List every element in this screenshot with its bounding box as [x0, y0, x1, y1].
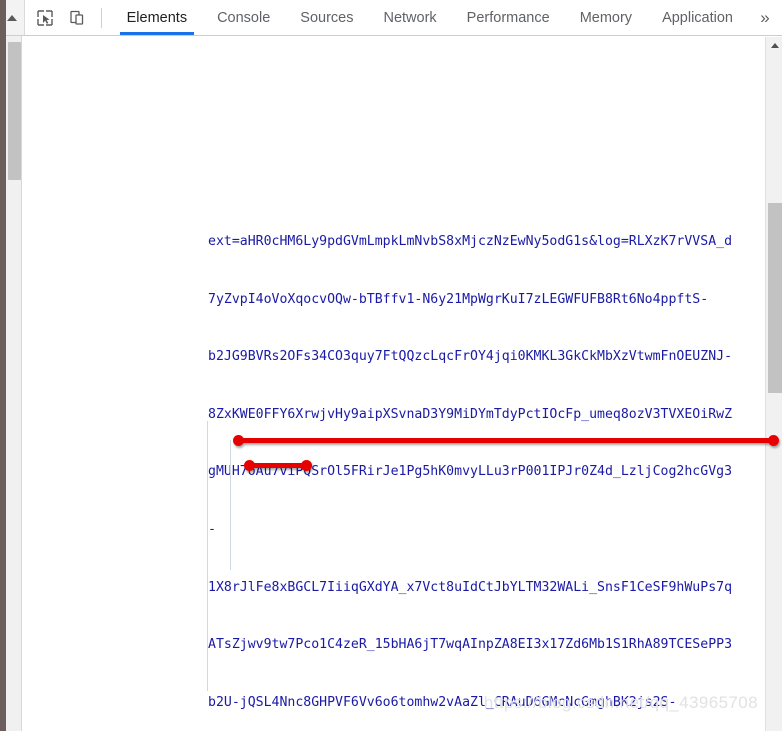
triangle-up-icon	[6, 14, 17, 21]
toolbar-divider	[100, 7, 102, 28]
tab-network-label: Network	[383, 9, 437, 26]
tab-network[interactable]: Network	[368, 0, 451, 35]
tab-elements-label: Elements	[126, 9, 188, 26]
dom-tree-scrollbar-thumb[interactable]	[768, 203, 782, 393]
tab-memory[interactable]: Memory	[565, 0, 647, 35]
attr-wrap-line: gMUH7oAu7viPQSrOl5FRirJe1Pg5hK0mvyLLu3rP…	[23, 462, 765, 481]
window-vertical-scrollbar[interactable]	[6, 36, 22, 731]
attr-wrap-line: 1X8rJlFe8xBGCL7IiiqGXdYA_x7Vct8uIdCtJbYL…	[23, 578, 765, 597]
attr-wrap-line: ATsZjwv9tw7Pco1C4zeR_15bHA6jT7wqAInpZA8E…	[23, 635, 765, 654]
dom-tree-content: ext=aHR0cHM6Ly9pdGVmLmpkLmNvbS8xMjczNzEw…	[23, 78, 765, 731]
attr-wrap-line: b2U-jQSL4Nnc8GHPVF6Vv6o6tomhw2vAaZl_CRAu…	[23, 693, 765, 712]
indent-guide	[230, 440, 231, 571]
more-tabs-label: »	[760, 7, 770, 27]
tab-application[interactable]: Application	[647, 0, 748, 35]
attr-value-text: 7yZvpI4oVoXqocvOQw-bTBffv1-N6y21MpWgrKuI…	[208, 291, 709, 307]
attr-value-text: ext=aHR0cHM6Ly9pdGVmLmpkLmNvbS8xMjczNzEw…	[208, 234, 733, 250]
tab-application-label: Application	[662, 9, 733, 26]
attr-wrap-line: b2JG9BVRs2OFs34CO3quy7FtQQzcLqcFrOY4jqi0…	[23, 347, 765, 366]
toolbar-icon-group	[23, 0, 112, 35]
window-left-edge	[0, 0, 6, 731]
attr-wrap-line: 8ZxKWE0FFY6XrwjvHy9aipXSvnaD3Y9MiDYmTdyP…	[23, 405, 765, 424]
red-annotation-line-short	[244, 460, 312, 471]
tab-performance-label: Performance	[466, 9, 550, 26]
scroll-up-button[interactable]	[766, 37, 782, 54]
tab-sources-label: Sources	[300, 9, 354, 26]
attr-wrap-line: ext=aHR0cHM6Ly9pdGVmLmpkLmNvbS8xMjczNzEw…	[23, 232, 765, 251]
tab-console[interactable]: Console	[202, 0, 285, 35]
devtools-tab-bar: Elements Console Sources Network Perform…	[111, 0, 782, 35]
attr-wrap-line: 7yZvpI4oVoXqocvOQw-bTBffv1-N6y21MpWgrKuI…	[23, 290, 765, 309]
tab-memory-label: Memory	[579, 9, 633, 26]
device-toolbar-icon[interactable]	[63, 4, 91, 32]
indent-guide	[207, 421, 208, 692]
devtools-window: Elements Console Sources Network Perform…	[0, 0, 782, 731]
tab-console-label: Console	[217, 9, 271, 26]
triangle-up-icon	[770, 43, 779, 48]
tab-performance[interactable]: Performance	[452, 0, 565, 35]
devtools-toolbar: Elements Console Sources Network Perform…	[0, 0, 782, 36]
more-tabs-chevron-icon[interactable]: »	[748, 0, 782, 35]
attr-wrap-line: -	[23, 520, 765, 539]
red-annotation-line-long	[233, 435, 779, 446]
attr-value-text: b2U-jQSL4Nnc8GHPVF6Vv6o6tomhw2vAaZl_CRAu…	[208, 694, 677, 710]
tab-sources[interactable]: Sources	[285, 0, 368, 35]
window-scrollbar-thumb[interactable]	[8, 42, 21, 180]
attr-value-text: 1X8rJlFe8xBGCL7IiiqGXdYA_x7Vct8uIdCtJbYL…	[208, 579, 733, 595]
attr-value-text: ATsZjwv9tw7Pco1C4zeR_15bHA6jT7wqAInpZA8E…	[208, 637, 733, 653]
attr-value-text: -	[208, 522, 216, 538]
tab-elements[interactable]: Elements	[112, 0, 202, 35]
inspect-element-icon[interactable]	[31, 4, 59, 32]
elements-dom-tree[interactable]: ext=aHR0cHM6Ly9pdGVmLmpkLmNvbS8xMjczNzEw…	[23, 37, 765, 731]
attr-value-text: 8ZxKWE0FFY6XrwjvHy9aipXSvnaD3Y9MiDYmTdyP…	[208, 406, 733, 422]
attr-value-text: b2JG9BVRs2OFs34CO3quy7FtQQzcLqcFrOY4jqi0…	[208, 349, 733, 365]
dom-tree-vertical-scrollbar[interactable]	[765, 37, 782, 731]
